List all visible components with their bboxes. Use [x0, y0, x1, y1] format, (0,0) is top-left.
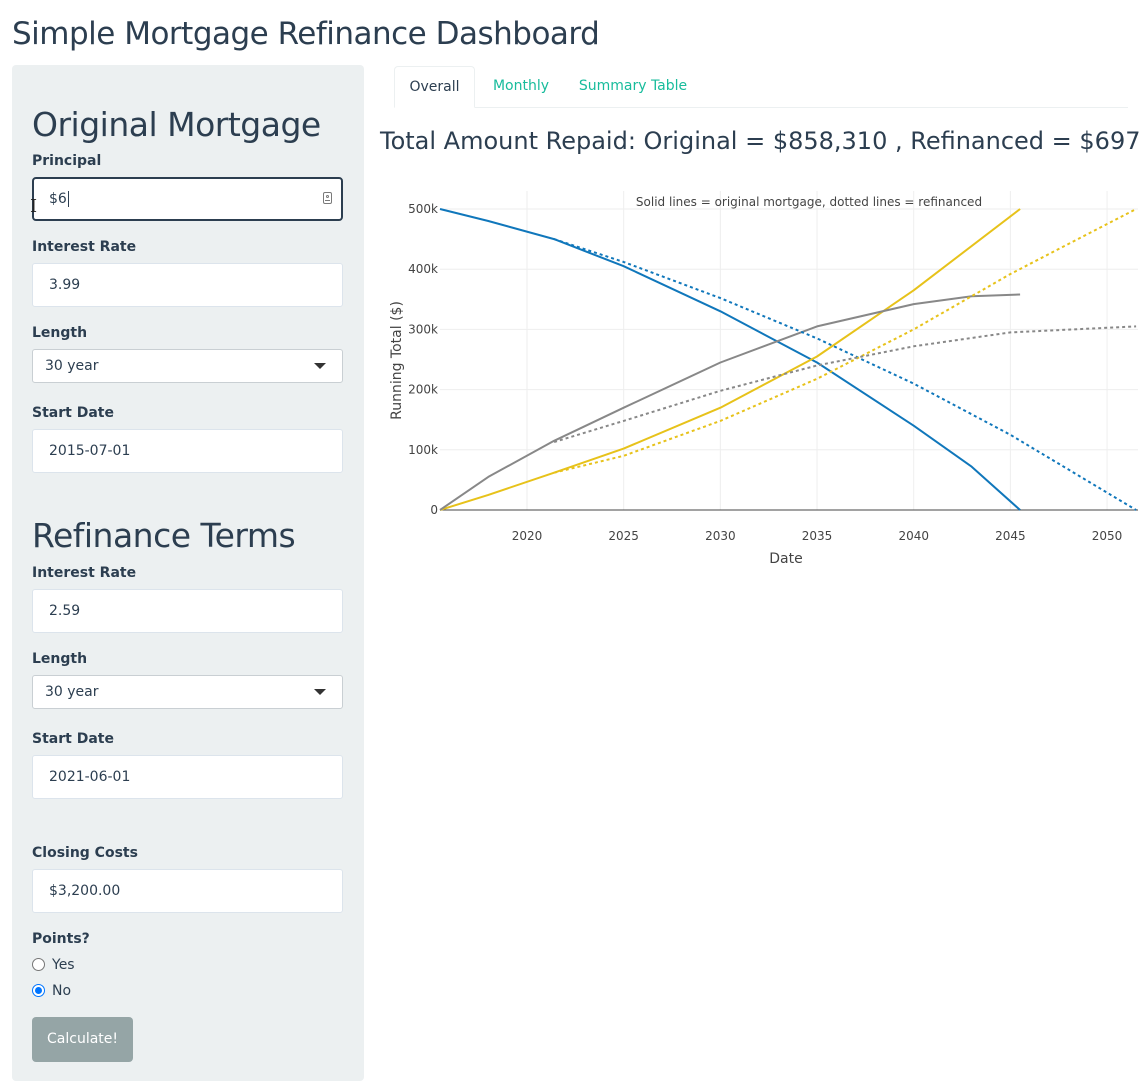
x-tick-label: 2035 — [802, 529, 833, 543]
points-no-option[interactable]: No — [32, 983, 71, 999]
principal-input-value: $6 — [49, 191, 67, 207]
points-label: Points? — [32, 931, 90, 947]
dropdown-arrow-icon — [314, 363, 326, 369]
refinance-terms-heading: Refinance Terms — [32, 516, 296, 555]
refi-interest-rate-input[interactable]: 2.59 — [32, 589, 343, 633]
dropdown-arrow-icon — [314, 689, 326, 695]
x-axis-title: Date — [769, 551, 802, 567]
length-select-value: 30 year — [45, 358, 99, 374]
points-yes-option[interactable]: Yes — [32, 957, 75, 973]
x-tick-label: 2030 — [705, 529, 736, 543]
y-tick-label: 300k — [408, 322, 438, 336]
series-line-dotted-interest — [553, 325, 1137, 443]
y-tick-label: 0 — [430, 503, 438, 517]
text-caret — [67, 191, 69, 207]
points-no-label: No — [52, 983, 72, 999]
interest-rate-input[interactable]: 3.99 — [32, 263, 343, 307]
ibeam-cursor-icon: I — [30, 196, 38, 217]
x-tick-label: 2050 — [1092, 529, 1123, 543]
points-yes-label: Yes — [52, 957, 75, 973]
refi-length-select-value: 30 year — [45, 684, 99, 700]
y-tick-label: 100k — [408, 443, 438, 457]
chart-annotation: Solid lines = original mortgage, dotted … — [636, 195, 982, 209]
original-mortgage-heading: Original Mortgage — [32, 105, 321, 144]
series-line-dotted-principal_paid — [553, 208, 1137, 474]
refi-start-date-input[interactable]: 2021-06-01 — [32, 755, 343, 799]
points-yes-radio[interactable] — [32, 958, 45, 971]
tab-monthly[interactable]: Monthly — [478, 66, 564, 107]
start-date-label: Start Date — [32, 405, 114, 421]
x-tick-label: 2020 — [512, 529, 543, 543]
tab-summary-table[interactable]: Summary Table — [568, 66, 698, 107]
closing-costs-input[interactable]: $3,200.00 — [32, 869, 343, 913]
sidebar-panel: Original Mortgage Principal $6 I Interes… — [12, 65, 364, 1081]
x-tick-label: 2025 — [608, 529, 639, 543]
y-tick-label: 200k — [408, 383, 438, 397]
points-no-radio[interactable] — [32, 984, 45, 997]
total-repaid-title: Total Amount Repaid: Original = $858,310… — [380, 127, 1139, 155]
principal-input[interactable]: $6 — [32, 177, 343, 221]
tab-overall[interactable]: Overall — [394, 66, 475, 108]
page-title: Simple Mortgage Refinance Dashboard — [12, 16, 600, 52]
y-tick-label: 500k — [408, 202, 438, 216]
interest-rate-label: Interest Rate — [32, 239, 137, 255]
principal-label: Principal — [32, 153, 102, 169]
y-tick-label: 400k — [408, 262, 438, 276]
autofill-contact-icon[interactable] — [323, 192, 332, 204]
series-line-dotted-balance — [553, 238, 1137, 511]
x-tick-label: 2040 — [898, 529, 929, 543]
refi-length-label: Length — [32, 651, 88, 667]
refi-start-date-label: Start Date — [32, 731, 114, 747]
y-axis-title: Running Total ($) — [389, 301, 405, 420]
length-select[interactable]: 30 year — [32, 349, 343, 383]
refi-length-select[interactable]: 30 year — [32, 675, 343, 709]
calculate-button[interactable]: Calculate! — [32, 1017, 133, 1062]
running-total-chart: 2020 2025 2030 2035 2040 2045 2050 0 100k 200k 300… — [389, 191, 1138, 567]
tab-bar: Overall Monthly Summary Table — [394, 66, 1128, 108]
refi-interest-rate-label: Interest Rate — [32, 565, 137, 581]
start-date-input[interactable]: 2015-07-01 — [32, 429, 343, 473]
x-tick-label: 2045 — [995, 529, 1026, 543]
length-label: Length — [32, 325, 88, 341]
closing-costs-label: Closing Costs — [32, 845, 138, 861]
